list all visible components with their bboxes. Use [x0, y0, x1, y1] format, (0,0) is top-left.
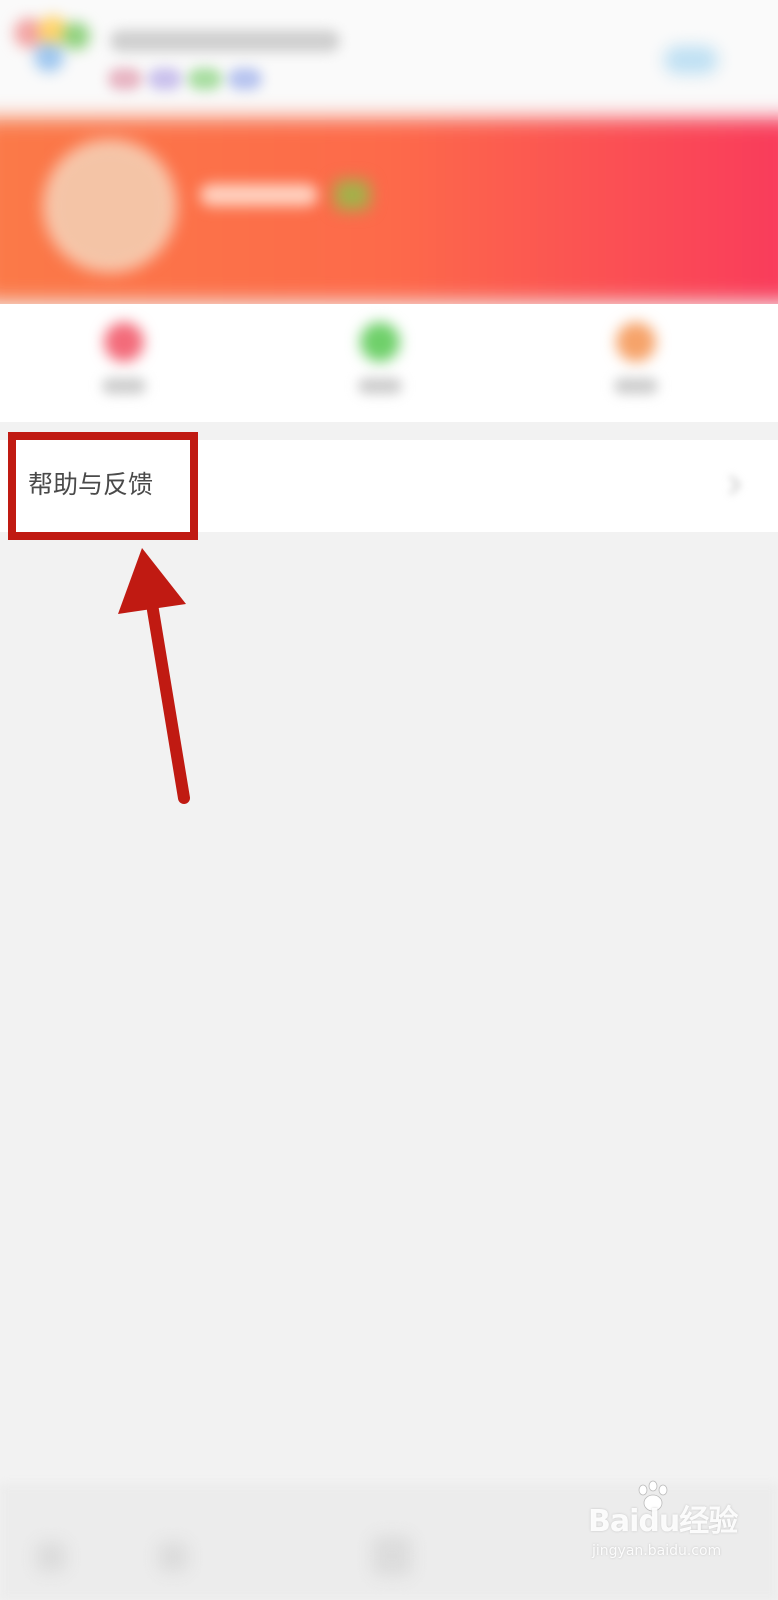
tab-discover-icon[interactable]: [158, 1542, 188, 1572]
watermark-brand: Baidu经验: [588, 1504, 738, 1539]
top-header: [0, 0, 778, 120]
avatar[interactable]: [44, 140, 176, 272]
badge-green: [188, 68, 222, 90]
tab-center-icon[interactable]: [372, 1536, 412, 1576]
quick-action-label: [614, 378, 658, 394]
badge-row: [108, 68, 288, 92]
top-action-button[interactable]: [664, 46, 718, 74]
quick-action-label: [358, 378, 402, 394]
watermark-url: jingyan.baidu.com: [592, 1543, 722, 1559]
username: [200, 184, 318, 206]
app-title: [110, 30, 340, 52]
quick-actions-row: [0, 304, 778, 422]
watermark: Baidu经验 jingyan.baidu.com: [588, 1480, 738, 1570]
green-circle-icon: [360, 322, 400, 362]
quick-action-label: [102, 378, 146, 394]
annotation-highlight-box: [8, 432, 198, 540]
red-circle-icon: [104, 322, 144, 362]
quick-action-3[interactable]: [576, 304, 696, 422]
quick-action-2[interactable]: [320, 304, 440, 422]
badge-blue: [228, 68, 262, 90]
app-logo: [14, 12, 94, 82]
orange-circle-icon: [616, 322, 656, 362]
chevron-right-icon: [729, 475, 741, 495]
quick-action-1[interactable]: [64, 304, 184, 422]
level-badge: [334, 180, 370, 210]
badge-purple: [148, 68, 182, 90]
badge-pink: [108, 68, 142, 90]
screen: 帮助与反馈 Baidu经验 jingyan.baidu.com: [0, 0, 778, 1600]
tab-home-icon[interactable]: [36, 1542, 66, 1572]
